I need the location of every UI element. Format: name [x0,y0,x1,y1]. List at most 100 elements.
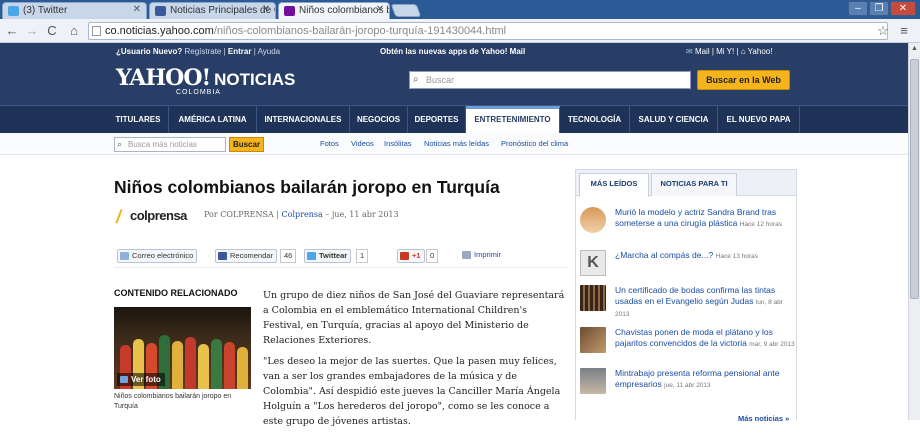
thumbnail-image [580,285,606,311]
help-link[interactable]: Ayuda [258,47,281,56]
nav-america-latina[interactable]: AMÉRICA LATINA [169,106,257,133]
facebook-recommend-button[interactable]: Recomendar [215,249,277,263]
link-pronostico[interactable]: Pronóstico del clima [501,139,568,148]
browser-tab-twitter[interactable]: (3) Twitter ✕ [2,2,147,19]
nav-internacionales[interactable]: INTERNACIONALES [257,106,350,133]
thumbnail-image [580,368,606,394]
sidebar-item-time: mar, 9 abr 2013 [749,341,795,348]
browser-tab-strip: (3) Twitter ✕ Noticias Principales de Co… [0,0,920,19]
nav-entretenimiento[interactable]: ENTRETENIMIENTO [466,106,560,133]
sidebar-item-time: Hace 13 horas [715,253,758,260]
photo-figure [224,342,235,389]
link-videos[interactable]: Videos [351,139,374,148]
mail-icon: ✉ [686,47,693,56]
share-bar: Correo electrónico Recomendar 46 Twittea… [114,246,567,268]
scroll-thumb[interactable] [910,59,919,299]
reload-icon[interactable]: C [44,23,60,38]
new-tab-button[interactable] [390,4,422,17]
yahoo-icon [284,6,295,16]
nav-tecnologia[interactable]: TECNOLOGÍA [560,106,630,133]
photo-figure [185,337,196,389]
bookmark-star-icon[interactable]: ☆ [875,23,891,39]
k-logo-icon: K [580,250,606,276]
more-news-link[interactable]: Más noticias » [738,414,789,423]
sidebar-item[interactable]: Un certificado de bodas confirma las tin… [580,285,794,325]
link-mas-leidas[interactable]: Noticias más leídas [424,139,489,148]
facebook-icon [155,6,166,16]
sidebar-item[interactable]: Chavistas ponen de moda el plátano y los… [580,327,795,367]
ver-foto-button[interactable]: Ver foto [117,373,165,386]
yahoo-home-link[interactable]: Yahoo! [748,47,773,56]
close-tab-icon[interactable]: ✕ [133,4,141,15]
sub-bar: ⌕ Busca más noticias Buscar Fotos Videos… [0,133,920,155]
google-plus-count: 0 [426,249,439,263]
nav-negocios[interactable]: NEGOCIOS [350,106,408,133]
nav-salud-y-ciencia[interactable]: SALUD Y CIENCIA [630,106,718,133]
home-icon[interactable]: ⌂ [66,23,82,38]
yahoo-noticias-logo[interactable]: YAHOO! NOTICIAS COLOMBIA [116,65,295,96]
tab-title: (3) Twitter [23,5,68,16]
page-icon [92,26,101,36]
sidebar-item[interactable]: Mintrabajo presenta reforma pensional an… [580,368,794,408]
nav-el-nuevo-papa[interactable]: EL NUEVO PAPA [718,106,800,133]
sidebar-item-time: Hace 12 horas [739,221,783,228]
sidebar-tabs: MÁS LEÍDOS NOTICIAS PARA TI [576,170,796,197]
google-plus-button[interactable]: +1 [397,249,425,263]
twitter-icon [307,252,316,260]
page-scrollbar[interactable]: ▲ [908,43,920,420]
login-link[interactable]: Entrar [228,47,252,56]
related-photo-caption[interactable]: Niños colombianos bailarán joropo en Tur… [114,392,254,412]
news-search-button[interactable]: Buscar [229,137,264,152]
menu-icon[interactable]: ≡ [896,23,912,38]
nav-titulares[interactable]: TITULARES [108,106,169,133]
facebook-icon [218,252,227,260]
google-plus-label: +1 [412,251,421,260]
sidebar-item[interactable]: K ¿Marcha al compás de...? Hace 13 horas [580,250,794,290]
print-label: Imprimir [474,250,502,259]
link-insolitas[interactable]: Insólitas [384,139,412,148]
news-search-input[interactable]: ⌕ Busca más noticias [114,137,226,152]
nav-deportes[interactable]: DEPORTES [408,106,466,133]
my-yahoo-link[interactable]: Mi Y! [716,47,734,56]
sidebar-item-title: ¿Marcha al compás de...? [615,250,714,260]
link-fotos[interactable]: Fotos [320,139,339,148]
mail-link[interactable]: Mail [695,47,710,56]
byline-source-link[interactable]: Colprensa [282,210,323,219]
tab-noticias-para-ti[interactable]: NOTICIAS PARA TI [651,173,737,196]
browser-tab-active[interactable]: Niños colombianos bailarán jo ✕ [278,2,390,19]
browser-tab-noticias[interactable]: Noticias Principales de Colom ✕ [149,2,276,19]
account-links: ¿Usuario Nuevo? Regístrate | Entrar | Ay… [116,47,281,56]
sidebar-item-text: Murió la modelo y actriz Sandra Brand tr… [615,207,795,230]
forward-arrow-icon[interactable]: → [24,23,40,38]
register-link[interactable]: Regístrate [184,47,221,56]
tab-mas-leidos[interactable]: MÁS LEÍDOS [579,173,649,197]
web-search-input[interactable]: ⌕ Buscar [409,71,691,89]
byline-date: – jue, 11 abr 2013 [322,210,399,219]
sidebar-item[interactable]: Murió la modelo y actriz Sandra Brand tr… [580,207,794,247]
scroll-up-icon[interactable]: ▲ [909,43,920,55]
article-byline: Por COLPRENSA | Colprensa – jue, 11 abr … [204,210,399,219]
web-search-button[interactable]: Buscar en la Web [697,70,790,90]
url-input[interactable]: co.noticias.yahoo.com/niños-colombianos-… [88,22,888,40]
email-share-button[interactable]: Correo electrónico [117,249,198,263]
tweet-button[interactable]: Twittear [304,249,352,263]
maximize-icon[interactable]: ❐ [869,1,889,16]
mail-promo-link[interactable]: Obtén las nuevas apps de Yahoo! Mail [380,47,525,56]
colprensa-logo: / colprensa [114,206,199,227]
close-window-icon[interactable]: ✕ [890,1,916,16]
facebook-count: 46 [280,249,297,263]
logo-country: COLOMBIA [176,89,221,96]
minimize-icon[interactable]: – [848,1,868,16]
logo-text: YAHOO! [116,65,211,91]
address-bar: ← → C ⌂ co.noticias.yahoo.com/niños-colo… [0,19,920,43]
sidebar-item-time: jue, 11 abr 2013 [664,382,711,389]
sidebar-item-title: Un certificado de bodas confirma las tin… [615,285,776,306]
close-tab-icon[interactable]: ✕ [376,4,384,15]
related-photo[interactable]: Ver foto [114,307,251,389]
thumbnail-image [580,207,606,233]
print-button[interactable]: Imprimir [460,249,504,263]
back-arrow-icon[interactable]: ← [4,23,20,38]
search-placeholder: Buscar [426,75,455,85]
related-content-heading: CONTENIDO RELACIONADO [114,288,238,298]
close-tab-icon[interactable]: ✕ [262,4,270,15]
